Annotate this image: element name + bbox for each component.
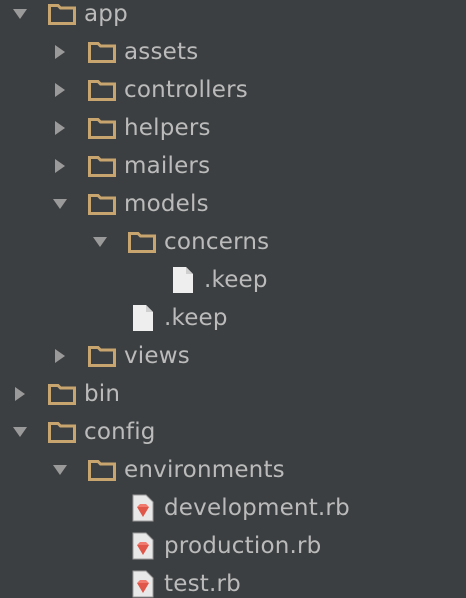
tree-item-helpers[interactable]: helpers: [0, 109, 466, 147]
tree-item-config[interactable]: config: [0, 413, 466, 451]
folder-icon: [88, 117, 116, 139]
tree-item-label: controllers: [124, 77, 248, 103]
tree-item-app[interactable]: app: [0, 0, 466, 33]
tree-item-test-rb[interactable]: test.rb: [0, 565, 466, 598]
tree-item-concerns[interactable]: concerns: [0, 223, 466, 261]
tree-item-keep-file[interactable]: .keep: [0, 299, 466, 337]
triangle-right-icon[interactable]: [50, 42, 70, 62]
triangle-down-icon[interactable]: [90, 232, 110, 252]
file-icon: [132, 304, 154, 332]
tree-item-label: models: [124, 191, 209, 217]
folder-icon: [48, 383, 76, 405]
tree-item-label: .keep: [164, 305, 228, 331]
folder-icon: [88, 345, 116, 367]
triangle-down-icon[interactable]: [50, 194, 70, 214]
ruby-file-icon: [132, 494, 154, 522]
triangle-down-icon[interactable]: [10, 4, 30, 24]
tree-item-label: test.rb: [164, 571, 241, 597]
tree-item-environments[interactable]: environments: [0, 451, 466, 489]
tree-item-label: concerns: [164, 229, 270, 255]
tree-item-label: environments: [124, 457, 285, 483]
triangle-down-icon[interactable]: [10, 422, 30, 442]
tree-item-label: development.rb: [164, 495, 350, 521]
ruby-file-icon: [132, 570, 154, 598]
triangle-right-icon[interactable]: [10, 384, 30, 404]
folder-icon: [88, 79, 116, 101]
folder-icon: [128, 231, 156, 253]
folder-icon: [88, 459, 116, 481]
tree-item-development-rb[interactable]: development.rb: [0, 489, 466, 527]
tree-item-label: app: [84, 1, 128, 27]
tree-item-bin[interactable]: bin: [0, 375, 466, 413]
tree-item-assets[interactable]: assets: [0, 33, 466, 71]
folder-icon: [48, 421, 76, 443]
triangle-right-icon[interactable]: [50, 156, 70, 176]
tree-item-label: .keep: [204, 267, 268, 293]
triangle-right-icon[interactable]: [50, 346, 70, 366]
tree-item-controllers[interactable]: controllers: [0, 71, 466, 109]
triangle-down-icon[interactable]: [50, 460, 70, 480]
tree-item-label: mailers: [124, 153, 211, 179]
tree-item-production-rb[interactable]: production.rb: [0, 527, 466, 565]
tree-item-mailers[interactable]: mailers: [0, 147, 466, 185]
tree-item-label: production.rb: [164, 533, 322, 559]
tree-item-label: views: [124, 343, 190, 369]
tree-item-keep-file[interactable]: .keep: [0, 261, 466, 299]
tree-item-label: config: [84, 419, 156, 445]
tree-item-label: bin: [84, 381, 121, 407]
triangle-right-icon[interactable]: [50, 80, 70, 100]
folder-icon: [88, 193, 116, 215]
tree-item-models[interactable]: models: [0, 185, 466, 223]
tree-item-label: assets: [124, 39, 199, 65]
tree-item-label: helpers: [124, 115, 211, 141]
tree-item-views[interactable]: views: [0, 337, 466, 375]
folder-icon: [88, 155, 116, 177]
folder-icon: [48, 3, 76, 25]
project-tree: app assets controllers helpers mailers m…: [0, 0, 466, 598]
file-icon: [172, 266, 194, 294]
folder-icon: [88, 41, 116, 63]
ruby-file-icon: [132, 532, 154, 560]
triangle-right-icon[interactable]: [50, 118, 70, 138]
